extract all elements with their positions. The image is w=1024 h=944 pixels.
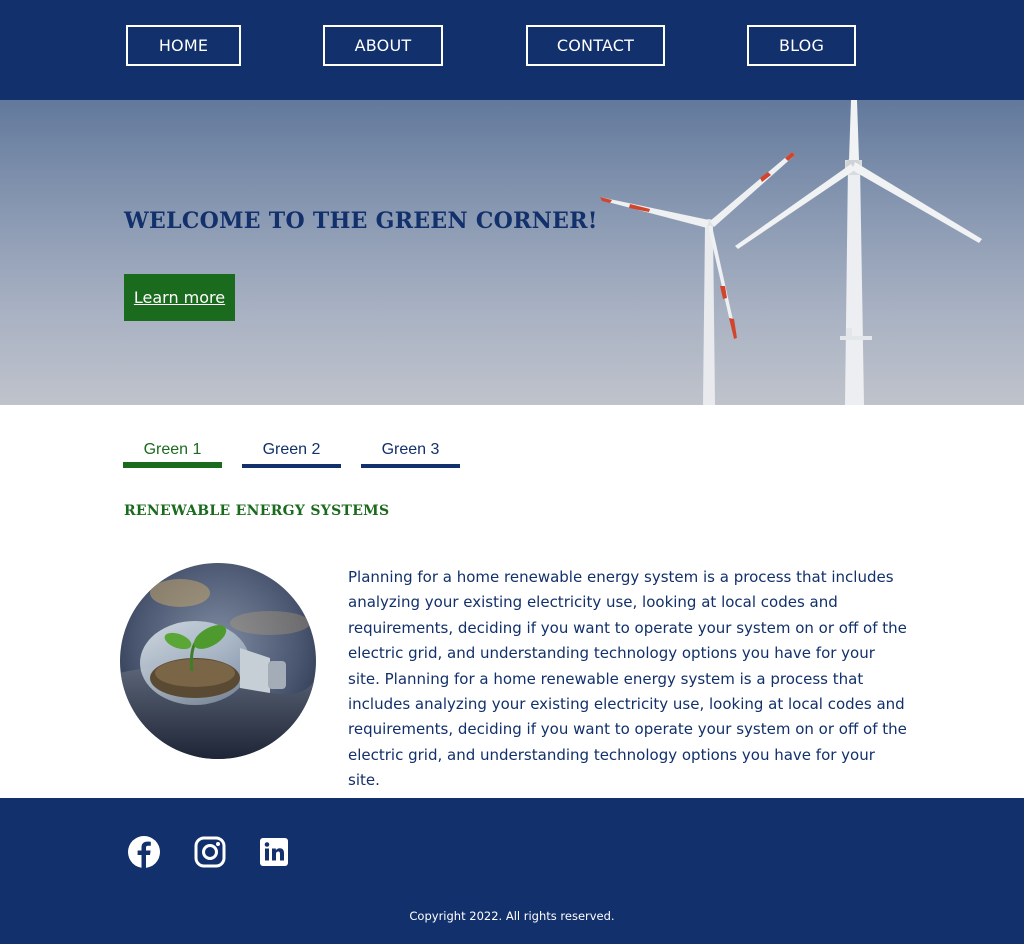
tab-green-3[interactable]: Green 3 bbox=[361, 440, 460, 468]
instagram-icon[interactable] bbox=[193, 835, 227, 869]
tab-green-1[interactable]: Green 1 bbox=[123, 440, 222, 468]
nav-home-button[interactable]: HOME bbox=[126, 25, 241, 66]
hero-banner: WELCOME TO THE GREEN CORNER! Learn more bbox=[0, 100, 1024, 405]
lightbulb-image bbox=[120, 563, 316, 759]
hero-title: WELCOME TO THE GREEN CORNER! bbox=[124, 208, 598, 234]
top-navigation: HOME ABOUT CONTACT BLOG bbox=[0, 0, 1024, 100]
learn-more-button[interactable]: Learn more bbox=[124, 274, 235, 321]
copyright-text: Copyright 2022. All rights reserved. bbox=[409, 909, 615, 923]
nav-blog-button[interactable]: BLOG bbox=[747, 25, 856, 66]
section-title: RENEWABLE ENERGY SYSTEMS bbox=[124, 503, 390, 519]
nav-contact-button[interactable]: CONTACT bbox=[526, 25, 665, 66]
content-paragraph: Planning for a home renewable energy sys… bbox=[348, 568, 907, 790]
facebook-icon[interactable] bbox=[127, 835, 161, 869]
tab-green-2[interactable]: Green 2 bbox=[242, 440, 341, 468]
wind-turbines-image bbox=[600, 100, 982, 405]
footer: Copyright 2022. All rights reserved. bbox=[0, 798, 1024, 944]
nav-about-button[interactable]: ABOUT bbox=[323, 25, 443, 66]
linkedin-icon[interactable] bbox=[257, 835, 291, 869]
